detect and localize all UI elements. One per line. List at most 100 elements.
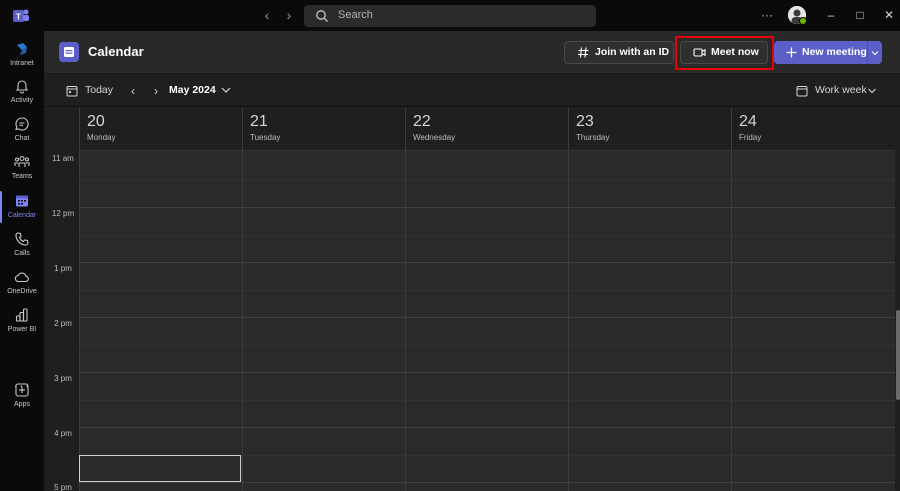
grid-line xyxy=(79,400,895,401)
calendar-scrollbar[interactable] xyxy=(895,108,900,491)
day-column-friday[interactable] xyxy=(731,150,895,491)
rail-label: Activity xyxy=(10,97,34,104)
rail-item-intranet[interactable]: Intranet xyxy=(0,39,44,75)
join-with-id-label: Join with an ID xyxy=(595,46,670,58)
day-name: Friday xyxy=(739,133,762,142)
grid-line xyxy=(79,317,895,318)
selected-time-slot[interactable] xyxy=(79,455,241,482)
teams-logo-icon[interactable]: T xyxy=(12,7,30,25)
grid-line xyxy=(79,150,895,151)
calendar-today-icon xyxy=(66,86,78,97)
rail-label: Calls xyxy=(14,250,30,257)
rail-item-teams[interactable]: Teams xyxy=(0,152,44,188)
app-rail: Intranet Activity Chat Teams Calendar Ca… xyxy=(0,31,44,491)
day-header-thursday[interactable]: 23 Thursday xyxy=(568,108,731,150)
time-label: 11 am xyxy=(52,154,74,163)
chat-icon xyxy=(15,117,29,131)
calendar-grid: 20 Monday 21 Tuesday 22 Wednesday 23 Thu… xyxy=(44,108,895,491)
day-number: 21 xyxy=(250,113,268,130)
teams-icon xyxy=(14,155,30,167)
grid-line xyxy=(79,372,895,373)
intranet-icon xyxy=(17,43,27,55)
rail-item-calls[interactable]: Calls xyxy=(0,229,44,265)
grid-line xyxy=(79,207,895,208)
more-options-icon[interactable]: ··· xyxy=(760,8,774,22)
calendar-icon xyxy=(16,195,28,207)
day-header-wednesday[interactable]: 22 Wednesday xyxy=(405,108,568,150)
day-number: 22 xyxy=(413,113,431,130)
new-meeting-label: New meeting xyxy=(802,46,867,58)
back-icon[interactable]: ‹ xyxy=(259,7,275,23)
day-name: Thursday xyxy=(576,133,610,142)
new-meeting-dropdown-button[interactable] xyxy=(867,41,882,64)
view-label: Work week xyxy=(815,84,867,96)
time-label: 12 pm xyxy=(51,209,75,218)
rail-label: Apps xyxy=(14,401,30,408)
rail-item-activity[interactable]: Activity xyxy=(0,76,44,112)
calendar-toolbar: Today ‹ › May 2024 Work week xyxy=(44,75,900,107)
join-with-id-button[interactable]: Join with an ID xyxy=(564,41,674,64)
today-button[interactable]: Today xyxy=(66,83,116,99)
search-placeholder: Search xyxy=(338,9,373,21)
time-label: 4 pm xyxy=(54,429,72,438)
day-name: Wednesday xyxy=(413,133,456,142)
grid-line xyxy=(79,262,895,263)
month-picker[interactable]: May 2024 xyxy=(169,84,216,96)
calendar-header: Calendar Join with an ID Meet now New me… xyxy=(44,31,900,74)
minimize-icon[interactable]: – xyxy=(824,8,838,22)
plus-icon xyxy=(786,47,797,58)
maximize-icon[interactable]: □ xyxy=(853,8,867,22)
close-icon[interactable]: ✕ xyxy=(882,8,896,22)
rail-label: Teams xyxy=(11,173,33,180)
time-label: 2 pm xyxy=(54,319,72,328)
svg-text:T: T xyxy=(16,13,21,22)
rail-label: Power BI xyxy=(7,326,37,333)
day-header-tuesday[interactable]: 21 Tuesday xyxy=(242,108,405,150)
day-column-thursday[interactable] xyxy=(568,150,731,491)
day-column-monday[interactable] xyxy=(79,150,242,491)
today-label: Today xyxy=(85,84,114,96)
rail-label: Intranet xyxy=(10,60,34,67)
next-week-icon[interactable]: › xyxy=(149,83,163,99)
cloud-icon xyxy=(14,272,29,283)
rail-item-onedrive[interactable]: OneDrive xyxy=(0,267,44,303)
day-number: 20 xyxy=(87,113,105,130)
calendar-app-icon xyxy=(59,42,79,62)
chevron-down-icon xyxy=(868,88,876,94)
scrollbar-thumb[interactable] xyxy=(896,310,900,400)
day-header-friday[interactable]: 24 Friday xyxy=(731,108,895,150)
grid-line xyxy=(79,427,895,428)
teams-app: T ‹ › Search ··· – □ ✕ Intranet Activity… xyxy=(0,0,900,491)
title-bar: T ‹ › Search ··· – □ ✕ xyxy=(0,0,900,31)
day-name: Tuesday xyxy=(250,133,281,142)
phone-icon xyxy=(15,232,29,246)
rail-item-apps[interactable]: Apps xyxy=(0,380,44,416)
day-header-monday[interactable]: 20 Monday xyxy=(79,108,242,150)
work-week-icon xyxy=(796,86,808,97)
search-input[interactable]: Search xyxy=(304,5,596,27)
rail-item-chat[interactable]: Chat xyxy=(0,114,44,150)
presence-available-icon xyxy=(799,17,807,25)
grid-line xyxy=(79,235,895,236)
add-apps-icon xyxy=(15,383,29,397)
rail-label: Calendar xyxy=(7,212,37,219)
search-icon xyxy=(316,10,328,22)
forward-icon[interactable]: › xyxy=(281,7,297,23)
rail-item-powerbi[interactable]: Power BI xyxy=(0,305,44,341)
powerbi-icon xyxy=(15,308,28,322)
day-number: 23 xyxy=(576,113,594,130)
previous-week-icon[interactable]: ‹ xyxy=(126,83,140,99)
view-switcher[interactable]: Work week xyxy=(796,83,880,99)
day-column-wednesday[interactable] xyxy=(405,150,568,491)
chevron-down-icon[interactable] xyxy=(220,84,232,96)
time-label: 3 pm xyxy=(54,374,72,383)
rail-label: Chat xyxy=(14,135,30,142)
day-column-tuesday[interactable] xyxy=(242,150,405,491)
new-meeting-button[interactable]: New meeting xyxy=(774,41,867,64)
day-number: 24 xyxy=(739,113,757,130)
time-label: 5 pm xyxy=(54,483,72,491)
bell-icon xyxy=(15,80,29,94)
rail-label: OneDrive xyxy=(7,288,37,295)
chevron-down-icon xyxy=(871,51,879,56)
rail-item-calendar[interactable]: Calendar xyxy=(0,191,44,227)
